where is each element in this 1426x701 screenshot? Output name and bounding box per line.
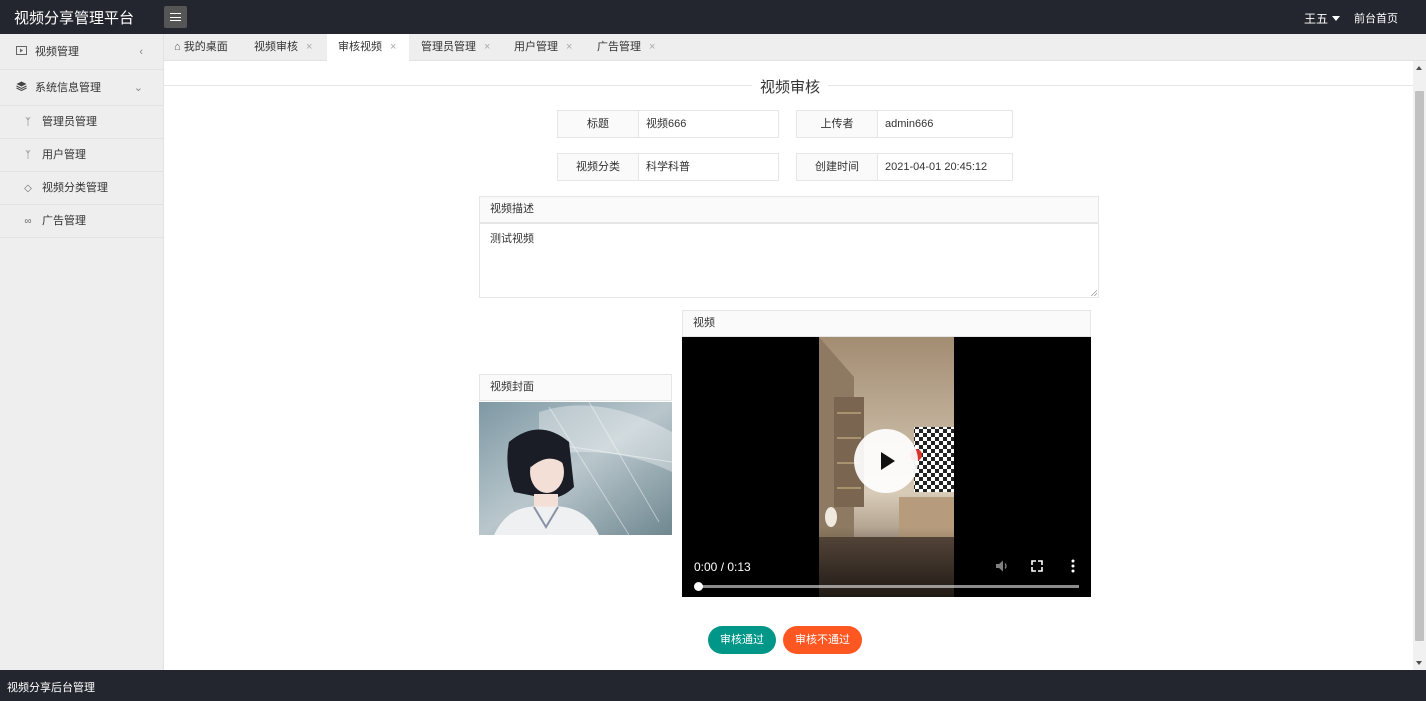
video-icon [15, 35, 27, 71]
close-icon[interactable]: × [390, 41, 396, 53]
link-icon: ∞ [24, 216, 32, 227]
chevron-down-icon: ⌄ [133, 82, 143, 94]
tab-label: 审核视频 [338, 41, 382, 53]
tab-label: 广告管理 [597, 41, 641, 53]
description-value: 测试视频 [490, 233, 534, 245]
page-title: 视频审核 [752, 76, 829, 97]
chevron-left-icon: ‹ [139, 46, 143, 58]
created-time-label: 创建时间 [797, 154, 878, 180]
progress-handle[interactable] [694, 582, 703, 591]
more-options-icon[interactable] [1064, 557, 1082, 575]
sidebar-item-user-manage[interactable]: ᛉ 用户管理 [0, 139, 163, 172]
close-icon[interactable]: × [306, 41, 312, 53]
tab-label: 用户管理 [514, 41, 558, 53]
tab-video-review[interactable]: 视频审核 × [254, 34, 312, 61]
hamburger-icon [170, 13, 181, 21]
tab-review-video[interactable]: 审核视频 × [327, 34, 409, 61]
sidebar-item-ad-manage[interactable]: ∞ 广告管理 [0, 205, 163, 238]
video-player[interactable]: 0:00 / 0:13 [682, 337, 1091, 597]
scrollbar-thumb[interactable] [1415, 91, 1424, 641]
video-progress-bar[interactable] [698, 585, 1079, 588]
reject-button[interactable]: 审核不通过 [783, 626, 862, 654]
approve-button[interactable]: 审核通过 [708, 626, 776, 654]
sidebar-item-label: 用户管理 [42, 149, 86, 161]
title-field: 标题 视频666 [557, 110, 779, 138]
close-icon[interactable]: × [566, 41, 572, 53]
category-label: 视频分类 [558, 154, 639, 180]
layers-icon [15, 71, 27, 107]
sidebar-item-video-manage[interactable]: 视频管理 ‹ [0, 34, 163, 70]
tab-label: 我的桌面 [183, 41, 228, 53]
scroll-down-arrow-icon[interactable] [1416, 661, 1422, 665]
user-name: 王五 [1304, 12, 1329, 26]
app-title: 视频分享管理平台 [14, 10, 135, 27]
fullscreen-icon[interactable] [1028, 557, 1046, 575]
sidebar-item-label: 广告管理 [42, 215, 86, 227]
user-menu[interactable]: 王五 [1304, 10, 1341, 27]
tab-my-desktop[interactable]: ⌂ 我的桌面 [174, 34, 228, 61]
vertical-scrollbar[interactable] [1413, 61, 1426, 670]
description-label: 视频描述 [479, 196, 1099, 223]
uploader-value: admin666 [885, 118, 934, 130]
category-field: 视频分类 科学科普 [557, 153, 779, 181]
scroll-up-arrow-icon[interactable] [1416, 66, 1422, 70]
sidebar-item-label: 管理员管理 [42, 116, 97, 128]
main-content: 视频审核 标题 视频666 上传者 admin666 视频分类 科学科普 创建时… [164, 61, 1413, 670]
cover-label: 视频封面 [479, 374, 672, 401]
close-icon[interactable]: × [484, 41, 490, 53]
close-icon[interactable]: × [649, 41, 655, 53]
sidebar-item-label: 视频分类管理 [42, 182, 108, 194]
sidebar-item-system-info[interactable]: 系统信息管理 ⌄ [0, 70, 163, 106]
tag-icon: ◇ [24, 183, 32, 194]
sidebar-item-label: 系统信息管理 [35, 82, 101, 94]
front-home-link[interactable]: 前台首页 [1354, 10, 1398, 26]
cover-image [479, 402, 672, 535]
title-value: 视频666 [646, 118, 687, 130]
footer: 视频分享后台管理 [0, 670, 1426, 701]
sidebar-item-label: 视频管理 [35, 46, 79, 58]
admin-user-icon: ᛉ [25, 117, 31, 128]
created-time-value: 2021-04-01 20:45:12 [885, 161, 988, 173]
tab-bar: ⌂ 我的桌面 视频审核 × 审核视频 × 管理员管理 × 用户管理 × 广告管理 × [164, 34, 1426, 61]
tab-admin-manage[interactable]: 管理员管理 × [421, 34, 490, 61]
video-label: 视频 [682, 310, 1091, 337]
category-value: 科学科普 [646, 161, 690, 173]
title-label: 标题 [558, 111, 639, 137]
tab-label: 视频审核 [254, 41, 298, 53]
created-time-field: 创建时间 2021-04-01 20:45:12 [796, 153, 1013, 181]
sidebar-item-admin-manage[interactable]: ᛉ 管理员管理 [0, 106, 163, 139]
uploader-label: 上传者 [797, 111, 878, 137]
tab-ad-manage[interactable]: 广告管理 × [597, 34, 655, 61]
uploader-field: 上传者 admin666 [796, 110, 1013, 138]
volume-icon[interactable] [993, 557, 1011, 575]
tab-label: 管理员管理 [421, 41, 476, 53]
footer-text: 视频分享后台管理 [7, 682, 95, 694]
description-textarea[interactable]: 测试视频 [479, 223, 1099, 298]
video-time: 0:00 / 0:13 [694, 560, 751, 574]
caret-down-icon [1332, 16, 1341, 21]
sidebar: 视频管理 ‹ 系统信息管理 ⌄ ᛉ 管理员管理 ᛉ 用户管理 ◇ 视频分类管理 ∞ 广告… [0, 34, 164, 670]
home-icon: ⌂ [174, 41, 181, 53]
sidebar-item-category-manage[interactable]: ◇ 视频分类管理 [0, 172, 163, 205]
users-icon: ᛉ [25, 150, 31, 161]
play-button[interactable] [854, 429, 918, 493]
resize-handle-icon[interactable] [1090, 289, 1097, 296]
menu-toggle-button[interactable] [164, 6, 187, 28]
tab-user-manage[interactable]: 用户管理 × [514, 34, 572, 61]
top-header: 视频分享管理平台 王五 前台首页 [0, 0, 1426, 34]
